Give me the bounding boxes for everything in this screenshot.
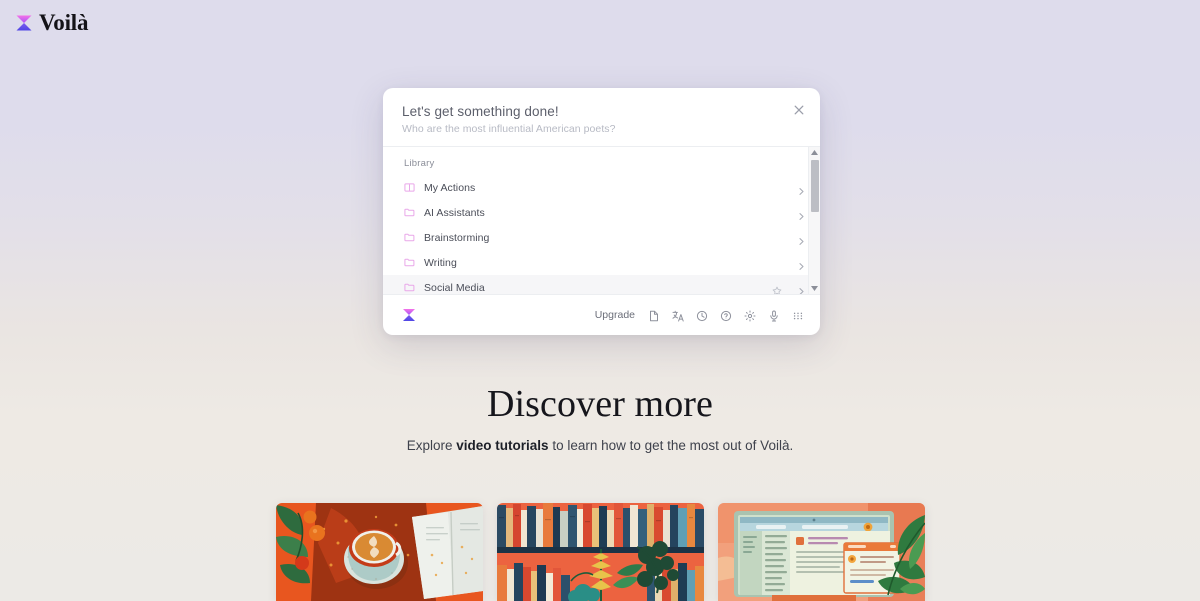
modal-header: Let's get something done! Who are the mo… — [383, 88, 820, 146]
favorite-star-icon[interactable] — [772, 283, 782, 294]
folder-icon — [404, 282, 415, 293]
library-item-label: Brainstorming — [424, 231, 490, 244]
brand-name: Voilà — [39, 10, 89, 35]
library-item-label: AI Assistants — [424, 206, 485, 219]
hourglass-icon[interactable] — [401, 307, 417, 323]
settings-gear-icon[interactable] — [744, 309, 756, 322]
scroll-up-arrow[interactable] — [809, 147, 820, 158]
apps-grid-icon[interactable] — [792, 309, 804, 321]
brand-logo[interactable]: Voilà — [14, 11, 88, 34]
tutorial-cards — [276, 503, 925, 601]
discover-text-suffix: to learn how to get the most out of Voil… — [548, 438, 794, 453]
folder-icon — [404, 257, 415, 268]
library-item-label: Writing — [424, 256, 457, 269]
command-modal: Let's get something done! Who are the mo… — [383, 88, 820, 335]
modal-title: Let's get something done! — [402, 104, 559, 119]
card-coffee-book-illustration — [276, 503, 483, 601]
library-item-ai-assistants[interactable]: AI Assistants — [383, 200, 820, 225]
scrollbar-thumb[interactable] — [811, 160, 819, 212]
chevron-right-icon[interactable] — [797, 233, 806, 245]
chevron-right-icon[interactable] — [797, 183, 806, 195]
library-item-label: Social Media — [424, 281, 485, 294]
card-bookshelf-illustration — [497, 503, 704, 601]
close-icon[interactable] — [792, 103, 806, 117]
folder-icon — [404, 232, 415, 243]
chevron-right-icon[interactable] — [797, 208, 806, 220]
modal-footer: Upgrade — [383, 294, 820, 335]
library-panel: Library My Actions AI Assistants Brainst… — [383, 146, 820, 294]
card-email-screen[interactable] — [718, 503, 925, 601]
discover-description: Explore video tutorials to learn how to … — [0, 436, 1200, 456]
history-clock-icon[interactable] — [696, 309, 708, 322]
library-item-my-actions[interactable]: My Actions — [383, 175, 820, 200]
discover-text-bold: video tutorials — [456, 438, 549, 453]
folder-icon — [404, 207, 415, 218]
microphone-icon[interactable] — [768, 309, 780, 322]
library-item-label: My Actions — [424, 181, 476, 194]
library-item-social-media[interactable]: Social Media — [383, 275, 820, 294]
discover-heading: Discover more — [486, 383, 714, 425]
card-coffee-book[interactable] — [276, 503, 483, 601]
footer-actions: Upgrade — [595, 309, 804, 322]
scroll-down-arrow[interactable] — [809, 283, 820, 294]
upgrade-button[interactable]: Upgrade — [595, 309, 635, 321]
library-item-brainstorming[interactable]: Brainstorming — [383, 225, 820, 250]
hourglass-icon — [16, 15, 32, 30]
library-item-writing[interactable]: Writing — [383, 250, 820, 275]
discover-section: Discover more Explore video tutorials to… — [0, 382, 1200, 456]
book-icon — [404, 182, 415, 193]
library-list: My Actions AI Assistants Brainstorming W… — [383, 175, 820, 294]
card-bookshelf[interactable] — [497, 503, 704, 601]
library-section-label: Library — [404, 158, 435, 169]
document-icon[interactable] — [648, 309, 660, 322]
discover-text-prefix: Explore — [406, 438, 457, 453]
help-circle-icon[interactable] — [720, 309, 732, 322]
chevron-right-icon[interactable] — [797, 283, 806, 294]
search-input-placeholder[interactable]: Who are the most influential American po… — [402, 123, 802, 135]
chevron-right-icon[interactable] — [797, 258, 806, 270]
card-email-screen-illustration — [718, 503, 925, 601]
scrollbar-track[interactable] — [809, 158, 820, 283]
translate-icon[interactable] — [672, 309, 684, 322]
library-scrollbar[interactable] — [808, 147, 820, 294]
